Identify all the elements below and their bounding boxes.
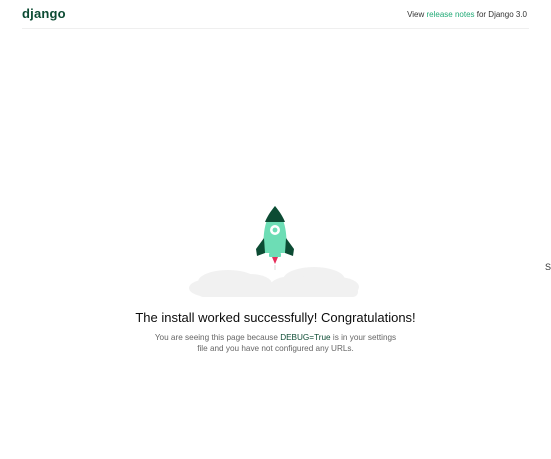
release-notes-text: View release notes for Django 3.0 [407, 10, 527, 19]
rocket-launch-graphic [189, 206, 359, 297]
django-logo[interactable]: django [22, 6, 66, 21]
success-description: You are seeing this page because DEBUG=T… [150, 332, 401, 354]
django-welcome-page: django View release notes for Django 3.0 [0, 0, 551, 459]
header: django View release notes for Django 3.0 [22, 0, 529, 29]
rocket-icon [256, 206, 294, 270]
cloud-icon [189, 267, 359, 297]
release-suffix: for Django 3.0 [474, 10, 527, 19]
release-prefix: View [407, 10, 427, 19]
success-title: The install worked successfully! Congrat… [135, 309, 416, 325]
debug-setting: DEBUG=True [280, 333, 331, 343]
description-text-1: You are seeing this page because [154, 333, 281, 343]
release-notes-link[interactable]: release notes [426, 10, 474, 19]
edge-text: S [544, 262, 551, 272]
rocket-illustration [186, 200, 362, 300]
